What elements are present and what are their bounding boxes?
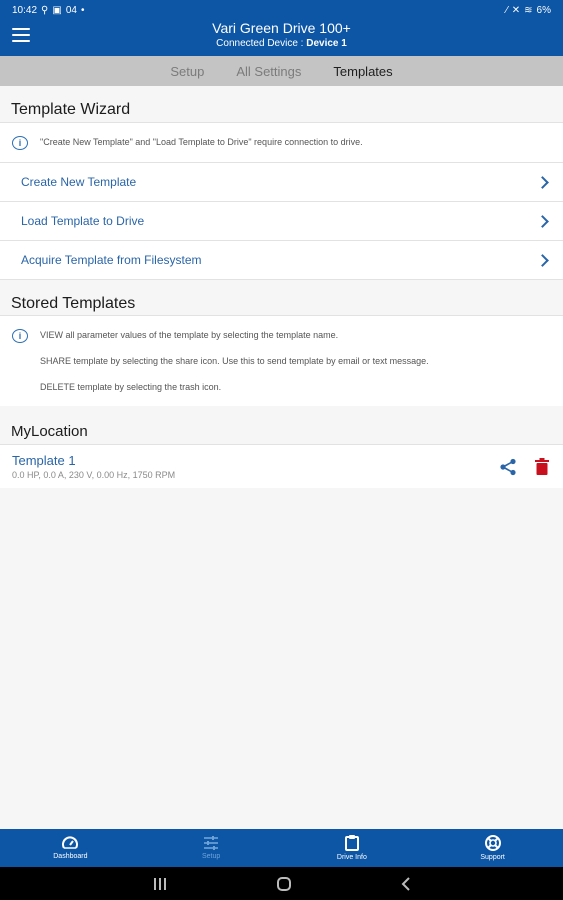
wizard-info: i "Create New Template" and "Load Templa… bbox=[0, 122, 563, 162]
status-time: 10:42 bbox=[12, 4, 38, 16]
create-new-template-item[interactable]: Create New Template bbox=[0, 162, 563, 201]
chevron-right-icon bbox=[536, 175, 549, 189]
wizard-info-text: "Create New Template" and "Load Template… bbox=[40, 135, 363, 150]
chevron-right-icon bbox=[536, 214, 549, 228]
lifebuoy-icon bbox=[484, 835, 501, 851]
share-icon[interactable] bbox=[499, 458, 517, 476]
system-nav-bar bbox=[0, 867, 563, 900]
stored-info-view: VIEW all parameter values of the templat… bbox=[40, 330, 339, 340]
header-title-group: Vari Green Drive 100+ Connected Device :… bbox=[0, 20, 563, 49]
nav-setup[interactable]: Setup bbox=[171, 836, 251, 860]
bottom-nav: Dashboard Setup Drive Info Support bbox=[0, 829, 563, 867]
battery-level: 6% bbox=[536, 4, 551, 16]
nav-support-label: Support bbox=[480, 854, 505, 861]
location-icon: ⚲ bbox=[41, 4, 49, 16]
connected-label: Connected Device : bbox=[216, 38, 304, 49]
load-template-label: Load Template to Drive bbox=[21, 214, 145, 228]
acquire-template-item[interactable]: Acquire Template from Filesystem bbox=[0, 240, 563, 279]
stored-info-text: VIEW all parameter values of the templat… bbox=[40, 328, 429, 394]
nav-drive-info[interactable]: Drive Info bbox=[312, 835, 392, 861]
app-title: Vari Green Drive 100+ bbox=[212, 20, 351, 36]
app-bar: 10:42 ⚲ ▣ 04 • ⁄ ✕ ≋ 6% Vari Green Drive… bbox=[0, 0, 563, 56]
status-indicator: 04 bbox=[65, 4, 77, 16]
load-template-item[interactable]: Load Template to Drive bbox=[0, 201, 563, 240]
dot-icon: • bbox=[80, 4, 85, 16]
nav-drive-info-label: Drive Info bbox=[336, 854, 367, 861]
info-icon: i bbox=[12, 136, 28, 150]
template-row: Template 1 0.0 HP, 0.0 A, 230 V, 0.00 Hz… bbox=[0, 444, 563, 488]
wifi-icon: ≋ bbox=[524, 4, 533, 16]
tab-templates[interactable]: Templates bbox=[333, 64, 392, 79]
template-info: Template 1 0.0 HP, 0.0 A, 230 V, 0.00 Hz… bbox=[12, 453, 175, 480]
info-icon: i bbox=[12, 329, 28, 343]
sliders-icon bbox=[204, 836, 219, 850]
back-icon[interactable] bbox=[401, 876, 411, 891]
trash-icon[interactable] bbox=[535, 458, 549, 475]
no-sim-icon: ⁄ bbox=[506, 4, 508, 16]
nav-dashboard[interactable]: Dashboard bbox=[30, 836, 110, 860]
acquire-template-label: Acquire Template from Filesystem bbox=[21, 253, 202, 267]
gauge-icon bbox=[62, 836, 79, 849]
template-name-link[interactable]: Template 1 bbox=[12, 453, 175, 468]
create-new-template-label: Create New Template bbox=[21, 175, 137, 189]
connected-device: Connected Device : Device 1 bbox=[0, 38, 563, 49]
status-bar: 10:42 ⚲ ▣ 04 • ⁄ ✕ ≋ 6% bbox=[12, 3, 551, 17]
recent-apps-icon[interactable] bbox=[153, 877, 167, 890]
chevron-right-icon bbox=[536, 253, 549, 267]
nav-dashboard-label: Dashboard bbox=[53, 853, 88, 860]
wizard-info-line: "Create New Template" and "Load Template… bbox=[40, 137, 363, 147]
tab-all-settings[interactable]: All Settings bbox=[236, 64, 301, 79]
stored-templates-heading: Stored Templates bbox=[0, 279, 563, 315]
home-icon[interactable] bbox=[276, 876, 291, 891]
template-actions bbox=[499, 458, 549, 476]
image-icon: ▣ bbox=[52, 4, 62, 16]
location-heading: MyLocation bbox=[11, 423, 88, 440]
mute-icon: ✕ bbox=[511, 4, 521, 16]
clipboard-icon bbox=[344, 835, 359, 851]
stored-info: i VIEW all parameter values of the templ… bbox=[0, 315, 563, 406]
connected-device-name: Device 1 bbox=[306, 38, 347, 49]
stored-info-delete: DELETE template by selecting the trash i… bbox=[40, 382, 222, 392]
templates-page: Template Wizard i "Create New Template" … bbox=[0, 86, 563, 488]
stored-info-share: SHARE template by selecting the share ic… bbox=[40, 356, 429, 366]
nav-support[interactable]: Support bbox=[453, 835, 533, 861]
nav-setup-label: Setup bbox=[201, 853, 221, 860]
template-details: 0.0 HP, 0.0 A, 230 V, 0.00 Hz, 1750 RPM bbox=[12, 470, 176, 480]
template-wizard-heading: Template Wizard bbox=[0, 86, 563, 122]
tab-bar: Setup All Settings Templates bbox=[0, 56, 563, 86]
tab-setup[interactable]: Setup bbox=[170, 64, 204, 79]
